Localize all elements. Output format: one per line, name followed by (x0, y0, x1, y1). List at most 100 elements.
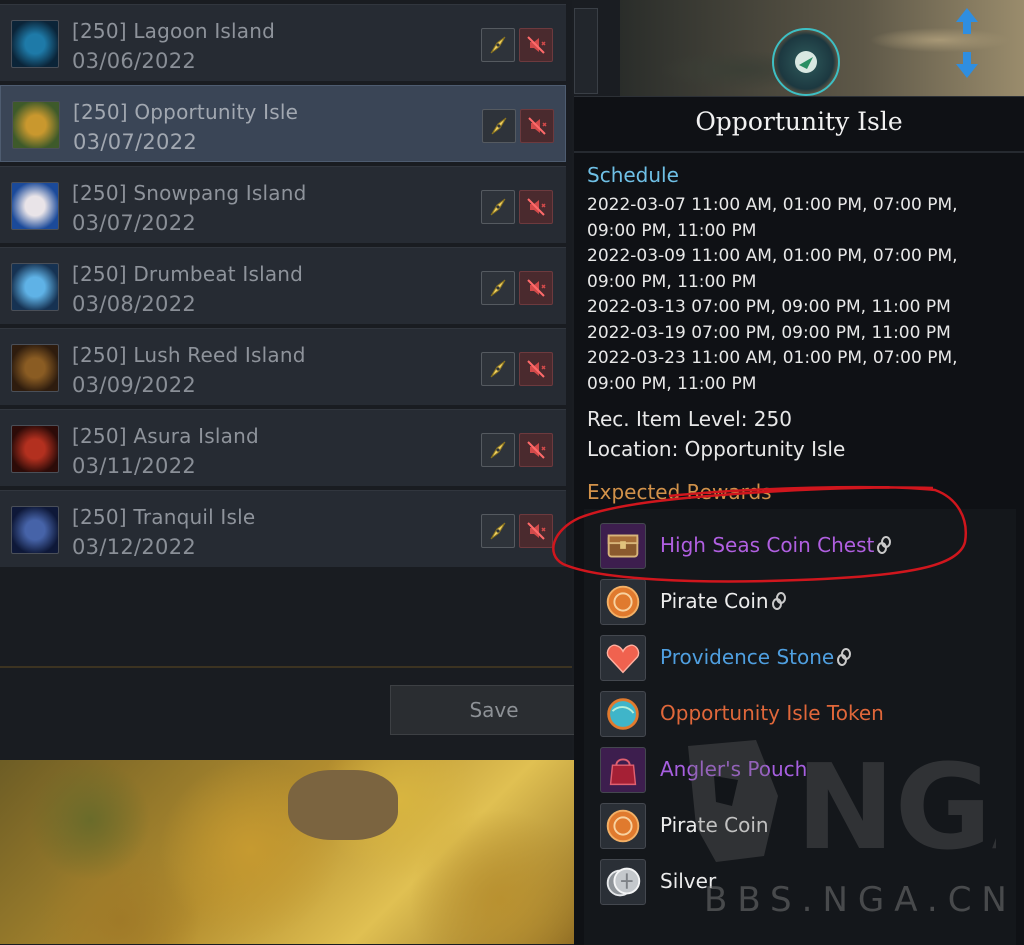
island-list-panel: [250] Lagoon Island 03/06/2022 [250] Oppor… (0, 0, 598, 760)
island-row[interactable]: [250] Asura Island 03/11/2022 (0, 409, 566, 486)
compass-button[interactable] (481, 352, 515, 386)
mute-alarm-button[interactable] (519, 514, 553, 548)
reward-name: Opportunity Isle Token (660, 701, 884, 725)
reward-item[interactable]: Providence Stone (600, 635, 1010, 685)
schedule-line: 2022-03-07 11:00 AM, 01:00 PM, 07:00 PM, (587, 195, 958, 215)
island-name: [250] Lush Reed Island (72, 343, 306, 367)
reward-item[interactable]: Opportunity Isle Token (600, 691, 1010, 741)
compass-icon (490, 360, 506, 378)
compass-button[interactable] (481, 514, 515, 548)
compass-button[interactable] (481, 433, 515, 467)
lush-reed-thumb (11, 344, 59, 392)
tranquil-thumb (11, 506, 59, 554)
bound-chain-icon (771, 591, 787, 615)
divider (0, 666, 572, 668)
schedule-line: 2022-03-09 11:00 AM, 01:00 PM, 07:00 PM, (587, 246, 958, 266)
rewards-label: Expected Rewards (587, 480, 772, 504)
island-date: 03/12/2022 (72, 535, 197, 559)
asura-thumb (11, 425, 59, 473)
compass-button[interactable] (481, 28, 515, 62)
lagoon-thumb (11, 20, 59, 68)
reward-name-text: Opportunity Isle Token (660, 701, 884, 725)
svg-text:NGA: NGA (796, 738, 996, 866)
compass-button[interactable] (482, 109, 516, 143)
compass-icon (490, 441, 506, 459)
island-date: 03/06/2022 (72, 49, 197, 73)
reward-item[interactable]: High Seas Coin Chest (600, 523, 1010, 573)
island-date: 03/07/2022 (73, 130, 198, 154)
pirate-coin-icon (600, 803, 646, 849)
silver-icon (600, 859, 646, 905)
rec-item-level: Rec. Item Level: 250 (587, 407, 792, 431)
mute-alarm-button[interactable] (519, 433, 553, 467)
schedule-line: 2022-03-23 11:00 AM, 01:00 PM, 07:00 PM, (587, 348, 958, 368)
island-name: [250] Drumbeat Island (72, 262, 304, 286)
watermark-text: BBS.NGA.CN (704, 880, 1017, 920)
watermark-logo: NGA (688, 738, 996, 866)
tooltip-title: Opportunity Isle (695, 107, 903, 136)
game-world-background (0, 760, 580, 944)
reward-name: High Seas Coin Chest (660, 533, 892, 559)
heart-stone-icon (600, 635, 646, 681)
schedule-line: 09:00 PM, 11:00 PM (587, 271, 757, 292)
muted-bell-icon (527, 36, 546, 54)
mute-alarm-button[interactable] (520, 109, 554, 143)
location-text: Location: Opportunity Isle (587, 437, 846, 461)
island-date: 03/07/2022 (72, 211, 197, 235)
mute-alarm-button[interactable] (519, 352, 553, 386)
reward-name: Pirate Coin (660, 589, 787, 615)
mute-alarm-button[interactable] (519, 190, 553, 224)
pouch-icon (600, 747, 646, 793)
mute-alarm-button[interactable] (519, 271, 553, 305)
compass-icon (490, 522, 506, 540)
muted-bell-icon (527, 360, 546, 378)
list-scrollbar[interactable] (574, 8, 598, 94)
island-date: 03/08/2022 (72, 292, 197, 316)
reward-name-text: Pirate Coin (660, 589, 769, 613)
schedule-line: 09:00 PM, 11:00 PM (587, 373, 757, 394)
island-date: 03/11/2022 (72, 454, 197, 478)
snowpang-thumb (11, 182, 59, 230)
muted-bell-icon (527, 279, 546, 297)
compass-icon (490, 279, 506, 297)
compass-icon (490, 198, 506, 216)
schedule-line: 2022-03-19 07:00 PM, 09:00 PM, 11:00 PM (587, 322, 951, 343)
reward-item[interactable]: Pirate Coin (600, 579, 1010, 629)
schedule-list: 2022-03-07 11:00 AM, 01:00 PM, 07:00 PM,… (587, 193, 1019, 397)
island-row[interactable]: [250] Drumbeat Island 03/08/2022 (0, 247, 566, 324)
reward-name-text: High Seas Coin Chest (660, 533, 875, 557)
save-button[interactable]: Save (390, 685, 598, 735)
compass-icon (491, 117, 507, 135)
reward-name: Providence Stone (660, 645, 852, 671)
compass-button[interactable] (481, 271, 515, 305)
schedule-line: 2022-03-13 07:00 PM, 09:00 PM, 11:00 PM (587, 297, 951, 317)
pirate-coin-icon (600, 579, 646, 625)
compass-icon (490, 36, 506, 54)
island-name: [250] Lagoon Island (72, 19, 276, 43)
chest-icon (600, 523, 646, 569)
island-row[interactable]: [250] Tranquil Isle 03/12/2022 (0, 490, 566, 567)
island-name: [250] Opportunity Isle (73, 100, 299, 124)
opportunity-thumb (12, 101, 60, 149)
island-name: [250] Tranquil Isle (72, 505, 256, 529)
mute-alarm-button[interactable] (519, 28, 553, 62)
muted-bell-icon (527, 522, 546, 540)
bound-chain-icon (836, 647, 852, 671)
map-marker-icon[interactable] (772, 28, 840, 96)
divider (574, 151, 1024, 153)
schedule-line: 09:00 PM, 11:00 PM (587, 220, 757, 241)
island-row[interactable]: [250] Snowpang Island 03/07/2022 (0, 166, 566, 243)
island-name: [250] Snowpang Island (72, 181, 307, 205)
island-row[interactable]: [250] Lagoon Island 03/06/2022 (0, 4, 566, 81)
map-arrow-icon (956, 8, 978, 78)
bound-chain-icon (876, 535, 892, 559)
compass-button[interactable] (481, 190, 515, 224)
drumbeat-thumb (11, 263, 59, 311)
island-date: 03/09/2022 (72, 373, 197, 397)
orb-token-icon (600, 691, 646, 737)
island-row[interactable]: [250] Opportunity Isle 03/07/2022 (0, 85, 566, 162)
rock (288, 770, 398, 840)
island-row[interactable]: [250] Lush Reed Island 03/09/2022 (0, 328, 566, 405)
muted-bell-icon (527, 441, 546, 459)
muted-bell-icon (528, 117, 547, 135)
